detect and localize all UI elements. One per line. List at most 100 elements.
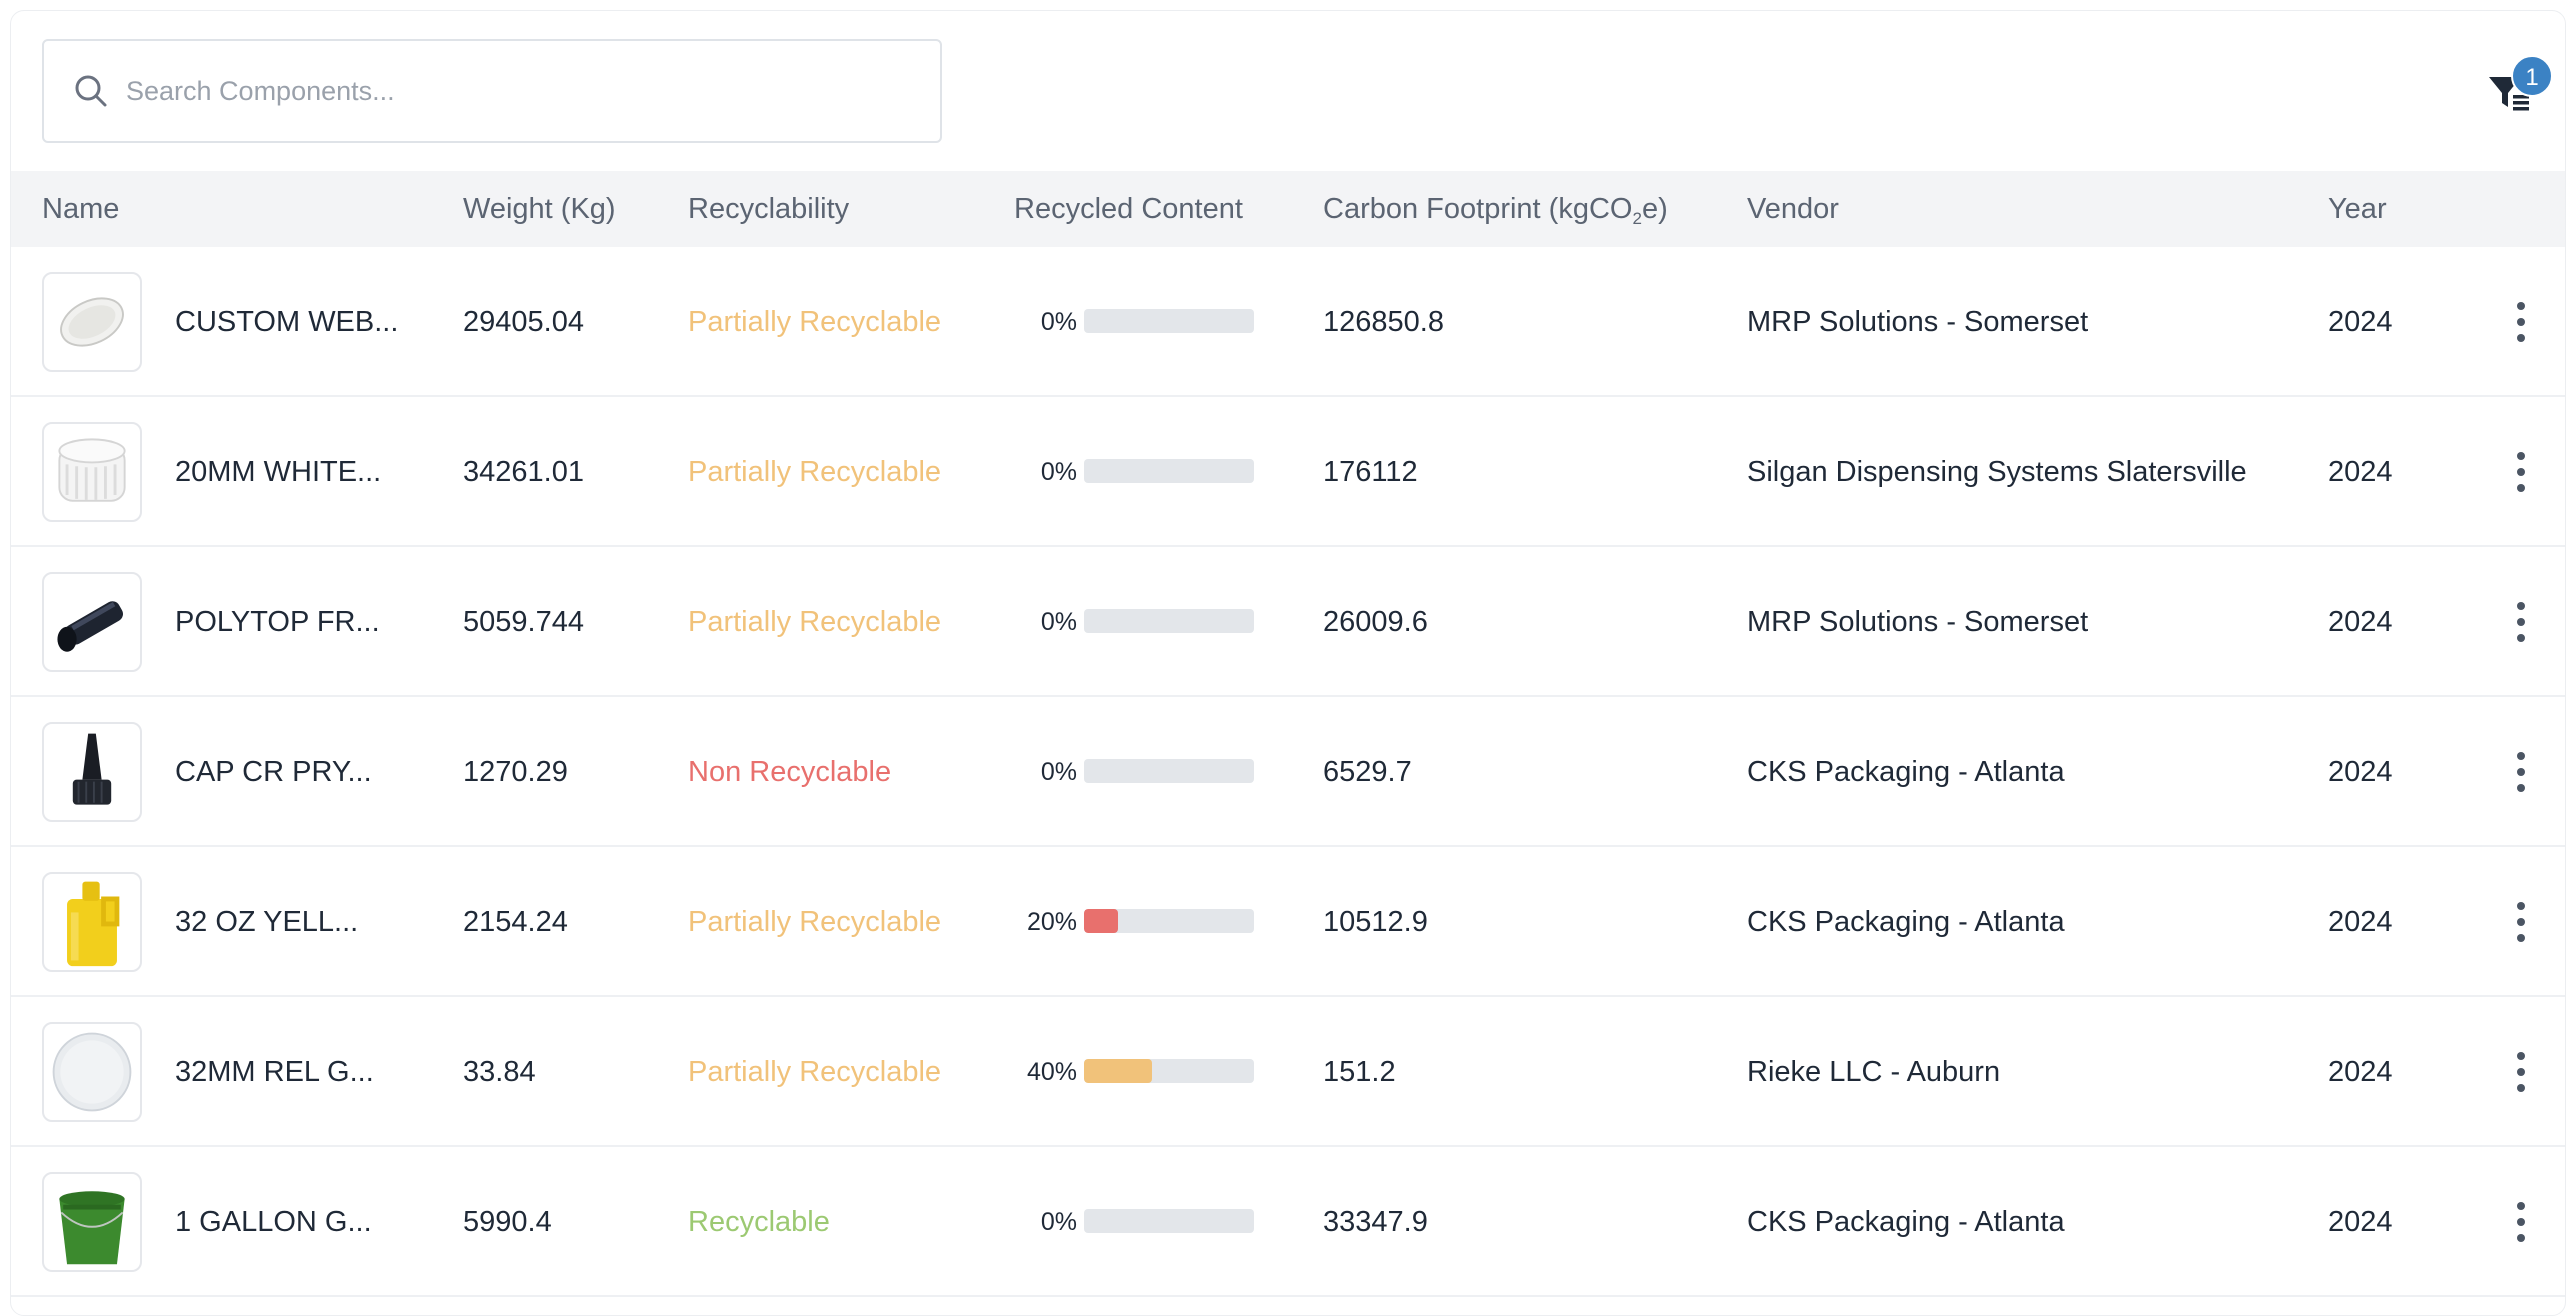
kebab-dot [2517, 334, 2525, 342]
recycled-content-bar [1084, 759, 1254, 783]
kebab-dot [2517, 1234, 2525, 1242]
components-table-card: 1 Name Weight (Kg) Recyclability Recycle… [10, 10, 2566, 1316]
table-row[interactable]: 1 GALLON G... 5990.4 Recyclable 0% 33347… [11, 1147, 2565, 1297]
component-weight: 33.84 [463, 1056, 536, 1088]
component-thumbnail [42, 1022, 142, 1122]
component-weight: 5059.744 [463, 606, 584, 638]
column-header-vendor[interactable]: Vendor [1747, 171, 1839, 247]
row-actions-button[interactable] [2491, 742, 2551, 802]
component-name[interactable]: CUSTOM WEB... [175, 247, 398, 397]
green-bucket-icon [59, 1191, 125, 1265]
white-round-cap-icon [52, 1032, 132, 1112]
recycled-content-bar-fill [1084, 909, 1118, 933]
recycled-content-bar-fill [1084, 1059, 1152, 1083]
year-value: 2024 [2328, 1206, 2393, 1238]
component-name[interactable]: CAP CR PRY... [175, 697, 372, 847]
search-box[interactable] [42, 39, 942, 143]
table-row[interactable]: 32 OZ YELL... 2154.24 Partially Recyclab… [11, 847, 2565, 997]
recycled-content-percent: 40% [1026, 1058, 1077, 1086]
recyclability-status: Partially Recyclable [688, 1056, 942, 1088]
kebab-dot [2517, 902, 2525, 910]
recycled-content-percent: 0% [1040, 1208, 1077, 1236]
kebab-dot [2517, 1084, 2525, 1092]
kebab-dot [2517, 468, 2525, 476]
recycled-content-percent: 0% [1040, 308, 1077, 336]
kebab-dot [2517, 318, 2525, 326]
carbon-header-suffix: e) [1641, 193, 1668, 225]
vendor-name: CKS Packaging - Atlanta [1747, 1206, 2065, 1238]
kebab-dot [2517, 768, 2525, 776]
column-header-recyclability[interactable]: Recyclability [688, 171, 849, 247]
column-header-carbon-footprint[interactable]: Carbon Footprint (kgCO2e) [1323, 171, 1668, 247]
vendor-name: CKS Packaging - Atlanta [1747, 756, 2065, 788]
component-weight: 34261.01 [463, 456, 584, 488]
column-header-recycled-content[interactable]: Recycled Content [1014, 171, 1243, 247]
row-actions-button[interactable] [2491, 1192, 2551, 1252]
component-thumbnail [42, 722, 142, 822]
kebab-dot [2517, 934, 2525, 942]
recycled-content-bar [1084, 1059, 1254, 1083]
vendor-name: MRP Solutions - Somerset [1747, 306, 2089, 338]
vendor-name: Rieke LLC - Auburn [1747, 1056, 2001, 1088]
black-spout-cap-icon [72, 733, 112, 805]
white-oval-lid-icon [60, 297, 124, 347]
year-value: 2024 [2328, 456, 2393, 488]
yellow-jug-icon [67, 881, 120, 967]
row-actions-button[interactable] [2491, 442, 2551, 502]
table-row[interactable]: 20MM WHITE... 34261.01 Partially Recycla… [11, 397, 2565, 547]
row-actions-button[interactable] [2491, 292, 2551, 352]
table-row[interactable]: CUSTOM WEB... 29405.04 Partially Recycla… [11, 247, 2565, 397]
component-name[interactable]: 32 OZ YELL... [175, 847, 358, 997]
recyclability-status: Partially Recyclable [688, 906, 942, 938]
component-thumbnail [42, 572, 142, 672]
row-actions-button[interactable] [2491, 1042, 2551, 1102]
search-icon [75, 75, 107, 107]
year-value: 2024 [2328, 1056, 2393, 1088]
filter-button[interactable]: 1 [2477, 55, 2557, 125]
vendor-name: MRP Solutions - Somerset [1747, 606, 2089, 638]
carbon-header-subscript: 2 [1632, 209, 1642, 228]
kebab-dot [2517, 1202, 2525, 1210]
kebab-dot [2517, 918, 2525, 926]
carbon-footprint-value: 151.2 [1323, 1056, 1396, 1088]
recycled-content-bar [1084, 1209, 1254, 1233]
carbon-header-text: Carbon Footprint (kgCO [1323, 193, 1633, 225]
column-header-name[interactable]: Name [42, 171, 119, 247]
year-value: 2024 [2328, 606, 2393, 638]
table-header: Name Weight (Kg) Recyclability Recycled … [11, 171, 2565, 247]
filter-count-badge: 1 [2511, 55, 2553, 97]
carbon-footprint-value: 176112 [1323, 456, 1418, 488]
recycled-content-bar [1084, 609, 1254, 633]
component-name[interactable]: 1 GALLON G... [175, 1147, 372, 1297]
search-input[interactable] [126, 41, 906, 141]
kebab-dot [2517, 1218, 2525, 1226]
black-tube-icon [57, 601, 123, 652]
kebab-dot [2517, 1068, 2525, 1076]
kebab-dot [2517, 752, 2525, 760]
table-row[interactable]: CAP CR PRY... 1270.29 Non Recyclable 0% … [11, 697, 2565, 847]
row-actions-button[interactable] [2491, 592, 2551, 652]
recyclability-status: Non Recyclable [688, 756, 892, 788]
recycled-content-percent: 0% [1040, 458, 1077, 486]
column-header-year[interactable]: Year [2328, 171, 2387, 247]
component-name[interactable]: 20MM WHITE... [175, 397, 381, 547]
component-weight: 29405.04 [463, 306, 584, 338]
recyclability-status: Partially Recyclable [688, 306, 942, 338]
table-row[interactable]: POLYTOP FR... 5059.744 Partially Recycla… [11, 547, 2565, 697]
component-name[interactable]: POLYTOP FR... [175, 547, 380, 697]
column-header-weight[interactable]: Weight (Kg) [463, 171, 616, 247]
recycled-content-bar [1084, 459, 1254, 483]
table-row[interactable]: 32MM REL G... 33.84 Partially Recyclable… [11, 997, 2565, 1147]
white-ribbed-cap-icon [58, 438, 126, 502]
recycled-content-percent: 0% [1040, 758, 1077, 786]
row-actions-button[interactable] [2491, 892, 2551, 952]
recyclability-status: Partially Recyclable [688, 606, 942, 638]
recycled-content-bar [1084, 909, 1254, 933]
vendor-name: CKS Packaging - Atlanta [1747, 906, 2065, 938]
carbon-footprint-value: 10512.9 [1323, 906, 1428, 938]
kebab-dot [2517, 452, 2525, 460]
kebab-dot [2517, 618, 2525, 626]
component-name[interactable]: 32MM REL G... [175, 997, 374, 1147]
component-thumbnail [42, 272, 142, 372]
recyclability-status: Partially Recyclable [688, 456, 942, 488]
